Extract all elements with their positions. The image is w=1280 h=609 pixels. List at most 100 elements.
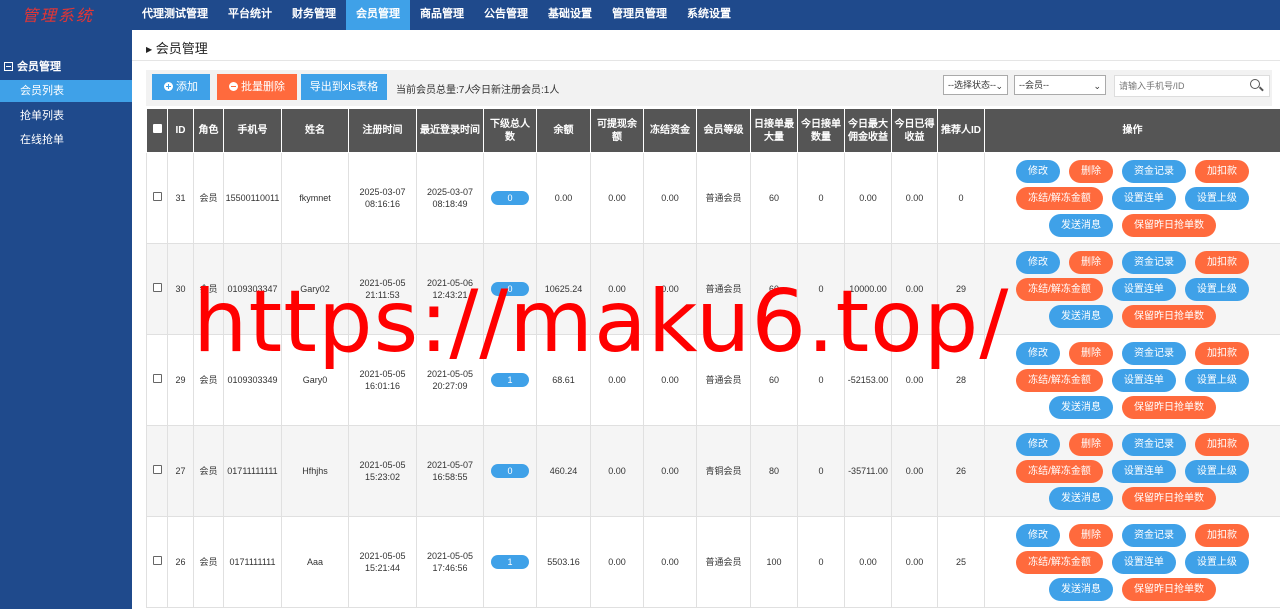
set-chain-orders-button[interactable]: 设置连单	[1111, 186, 1176, 210]
send-message-button[interactable]: 发送消息	[1049, 577, 1113, 601]
freeze-funds-button[interactable]: 冻结/解冻金额	[1016, 459, 1103, 483]
keep-orders-button[interactable]: 保留昨日抢单数	[1122, 395, 1216, 419]
send-message-button[interactable]: 发送消息	[1049, 395, 1113, 419]
cell-withdrawable: 0.00	[590, 243, 644, 335]
funds-log-button[interactable]: 资金记录	[1122, 341, 1186, 365]
set-parent-button[interactable]: 设置上级	[1184, 550, 1249, 574]
cell-max_commission: 0.00	[844, 152, 892, 244]
nav-item-7[interactable]: 管理员管理	[602, 0, 677, 30]
cell-max_orders: 60	[750, 243, 798, 335]
set-parent-button[interactable]: 设置上级	[1184, 277, 1249, 301]
set-parent-button[interactable]: 设置上级	[1184, 186, 1249, 210]
sidebar-item-member-list[interactable]: 会员列表	[0, 80, 132, 102]
delete-button[interactable]: 删除	[1069, 341, 1113, 365]
sidebar-item-online-orders[interactable]: 在线抢单	[0, 129, 132, 151]
edit-button[interactable]: 修改	[1016, 523, 1060, 547]
funds-log-button[interactable]: 资金记录	[1122, 250, 1186, 274]
cell-withdrawable-text: 0.00	[608, 375, 626, 385]
nav-item-4[interactable]: 商品管理	[410, 0, 474, 30]
select-all-cell[interactable]	[146, 108, 168, 153]
row-checkbox[interactable]	[152, 374, 162, 383]
edit-button[interactable]: 修改	[1016, 159, 1060, 183]
cell-subordinates[interactable]: 1	[483, 334, 537, 426]
cell-today_orders-text: 0	[818, 193, 824, 203]
status-select[interactable]: --选择状态-- ⌄	[943, 75, 1008, 95]
edit-button[interactable]: 修改	[1016, 341, 1060, 365]
funds-log-button[interactable]: 资金记录	[1122, 159, 1186, 183]
search-input[interactable]	[1114, 75, 1270, 97]
freeze-funds-button[interactable]: 冻结/解冻金额	[1016, 368, 1103, 392]
cell-subordinates[interactable]: 0	[483, 243, 537, 335]
sidebar-item-order-list[interactable]: 抢单列表	[0, 105, 132, 127]
set-chain-orders-button[interactable]: 设置连单	[1111, 459, 1176, 483]
keep-orders-button[interactable]: 保留昨日抢单数	[1122, 577, 1216, 601]
delete-button[interactable]: 删除	[1069, 159, 1113, 183]
adjust-balance-button[interactable]: 加扣款	[1195, 523, 1249, 547]
subordinate-count-badge[interactable]: 0	[491, 464, 529, 478]
send-message-button[interactable]: 发送消息	[1049, 213, 1113, 237]
row-select-cell[interactable]	[146, 243, 168, 335]
adjust-balance-button[interactable]: 加扣款	[1195, 250, 1249, 274]
subordinate-count-badge[interactable]: 1	[491, 555, 529, 569]
set-parent-button[interactable]: 设置上级	[1184, 368, 1249, 392]
subordinate-count-badge[interactable]: 0	[491, 282, 529, 296]
funds-log-button[interactable]: 资金记录	[1122, 523, 1186, 547]
row-select-cell[interactable]	[146, 152, 168, 244]
cell-frozen-text: 0.00	[661, 284, 679, 294]
search-icon[interactable]	[1250, 79, 1260, 89]
edit-button[interactable]: 修改	[1016, 432, 1060, 456]
freeze-funds-button[interactable]: 冻结/解冻金额	[1016, 277, 1103, 301]
nav-item-2[interactable]: 财务管理	[282, 0, 346, 30]
set-chain-orders-button[interactable]: 设置连单	[1111, 550, 1176, 574]
sidebar-group[interactable]: 会员管理	[4, 58, 61, 74]
row-checkbox[interactable]	[152, 556, 162, 565]
subordinate-count-badge[interactable]: 1	[491, 373, 529, 387]
cell-referrer: 29	[937, 243, 985, 335]
collapse-icon[interactable]	[4, 61, 13, 71]
cell-subordinates[interactable]: 0	[483, 152, 537, 244]
delete-button[interactable]: 删除	[1069, 432, 1113, 456]
row-checkbox[interactable]	[152, 192, 162, 201]
row-select-cell[interactable]	[146, 516, 168, 608]
keep-orders-button[interactable]: 保留昨日抢单数	[1122, 486, 1216, 510]
subordinate-count-badge[interactable]: 0	[491, 191, 529, 205]
export-xls-button[interactable]: 导出到xls表格	[301, 74, 387, 100]
adjust-balance-button[interactable]: 加扣款	[1195, 341, 1249, 365]
nav-item-5[interactable]: 公告管理	[474, 0, 538, 30]
cell-operations: 修改 删除 资金记录 加扣款冻结/解冻金额 设置连单 设置上级发送消息 保留昨日抢单数	[984, 243, 1280, 335]
select-all-checkbox[interactable]	[152, 124, 162, 133]
cell-max_orders-text: 60	[768, 375, 779, 385]
cell-subordinates[interactable]: 1	[483, 516, 537, 608]
keep-orders-button[interactable]: 保留昨日抢单数	[1122, 213, 1216, 237]
breadcrumb: ▶ 会员管理	[146, 38, 208, 57]
set-parent-button[interactable]: 设置上级	[1184, 459, 1249, 483]
adjust-balance-button[interactable]: 加扣款	[1195, 432, 1249, 456]
edit-button[interactable]: 修改	[1016, 250, 1060, 274]
row-select-cell[interactable]	[146, 425, 168, 517]
freeze-funds-button[interactable]: 冻结/解冻金额	[1016, 186, 1103, 210]
nav-item-6[interactable]: 基础设置	[538, 0, 602, 30]
funds-log-button[interactable]: 资金记录	[1122, 432, 1186, 456]
nav-item-3[interactable]: 会员管理	[346, 0, 410, 30]
member-level-select[interactable]: --会员-- ⌄	[1014, 75, 1106, 95]
keep-orders-button[interactable]: 保留昨日抢单数	[1122, 304, 1216, 328]
set-chain-orders-button[interactable]: 设置连单	[1111, 277, 1176, 301]
nav-item-1[interactable]: 平台统计	[218, 0, 282, 30]
nav-item-8[interactable]: 系统设置	[677, 0, 741, 30]
send-message-button[interactable]: 发送消息	[1049, 304, 1113, 328]
row-checkbox[interactable]	[152, 283, 162, 292]
delete-button[interactable]: 删除	[1069, 250, 1113, 274]
cell-max_commission-text: 0.00	[859, 193, 877, 203]
set-chain-orders-button[interactable]: 设置连单	[1111, 368, 1176, 392]
send-message-button[interactable]: 发送消息	[1049, 486, 1113, 510]
add-button[interactable]: 添加	[152, 74, 210, 100]
nav-item-0[interactable]: 代理测试管理	[132, 0, 218, 30]
bulk-delete-button[interactable]: 批量删除	[217, 74, 297, 100]
row-select-cell[interactable]	[146, 334, 168, 426]
row-checkbox[interactable]	[152, 465, 162, 474]
delete-button[interactable]: 删除	[1069, 523, 1113, 547]
freeze-funds-button[interactable]: 冻结/解冻金额	[1016, 550, 1103, 574]
cell-subordinates[interactable]: 0	[483, 425, 537, 517]
adjust-balance-button[interactable]: 加扣款	[1195, 159, 1249, 183]
app-logo: 管理系统	[22, 6, 95, 25]
